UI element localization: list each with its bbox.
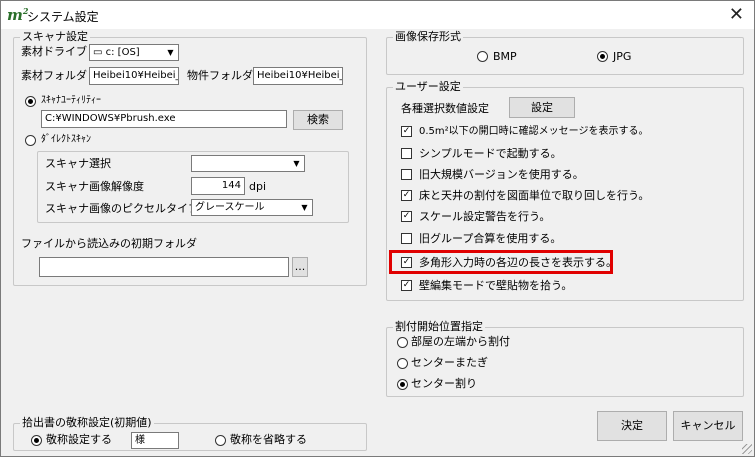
user-settings-title: ユーザー設定 [393, 80, 463, 94]
chevron-down-icon: ▼ [289, 156, 304, 171]
image-format-group: 画像保存形式 [386, 30, 744, 75]
alloc-straddle-radio[interactable] [397, 358, 408, 369]
alloc-center-label: センター割り [411, 377, 477, 390]
property-folder-label: 物件フォルダ [187, 69, 253, 82]
honorific-set-label: 敬称設定する [46, 433, 112, 446]
utility-path-field[interactable]: C:¥WINDOWS¥Pbrush.exe [41, 110, 287, 128]
ok-button[interactable]: 決定 [597, 411, 667, 441]
numbers-label: 各種選択数値設定 [401, 102, 489, 115]
chevron-down-icon: ▼ [163, 45, 178, 60]
property-folder-field[interactable]: Heibei10¥Heibei_W [253, 67, 343, 85]
utility-radio-label: ｽｷｬﾅﾕｰﾃｨﾘﾃｨｰ [41, 95, 101, 106]
check-wall-edit[interactable]: ✓ [401, 280, 412, 291]
system-settings-window: m2 システム設定 ✕ スキャナ設定 素材ドライブ ▭ c: [OS] ▼ 素材… [0, 0, 755, 457]
check-scale-warning-label: スケール設定警告を行う。 [419, 210, 551, 223]
browse-button[interactable]: ... [292, 257, 308, 277]
scanner-select[interactable]: ▼ [191, 155, 305, 172]
resize-grip-icon[interactable] [742, 444, 752, 454]
alloc-left-radio[interactable] [397, 337, 408, 348]
honorific-omit-radio[interactable] [215, 435, 226, 446]
honorific-omit-label: 敬称を省略する [230, 433, 307, 446]
scanner-select-label: スキャナ選択 [45, 157, 111, 170]
scanner-group-title: スキャナ設定 [20, 30, 90, 44]
honorific-title: 拾出書の敬称設定(初期値) [20, 416, 154, 430]
resolution-label: スキャナ画像解像度 [45, 180, 144, 193]
read-folder-label: ファイルから読込みの初期フォルダ [21, 237, 197, 250]
check-opening-confirm-label: 0.5m²以下の開口時に確認メッセージを表示する。 [419, 126, 649, 137]
check-polygon-length[interactable]: ✓ [401, 257, 412, 268]
app-logo-icon: m2 [7, 6, 29, 24]
drive-label: 素材ドライブ [21, 45, 87, 58]
check-old-version[interactable] [401, 169, 412, 180]
check-opening-confirm[interactable]: ✓ [401, 126, 412, 137]
check-scale-warning[interactable]: ✓ [401, 211, 412, 222]
title-bar: m2 システム設定 ✕ [1, 1, 754, 29]
check-old-group-label: 旧グループ合算を使用する。 [419, 232, 562, 245]
check-floor-ceiling-label: 床と天井の割付を図面単位で取り回しを行う。 [419, 189, 650, 202]
direct-scan-radio[interactable] [25, 135, 36, 146]
cancel-button[interactable]: キャンセル [673, 411, 743, 441]
close-icon[interactable]: ✕ [729, 4, 744, 25]
alloc-left-label: 部屋の左端から割付 [411, 335, 510, 348]
drive-icon: ▭ [93, 47, 106, 58]
check-old-version-label: 旧大規模バージョンを使用する。 [419, 168, 584, 181]
resolution-field[interactable]: 144 [191, 177, 245, 195]
read-folder-field[interactable] [39, 257, 289, 277]
honorific-set-radio[interactable] [31, 435, 42, 446]
jpg-label: JPG [613, 50, 632, 63]
material-folder-label: 素材フォルダ [21, 69, 87, 82]
check-simple-mode[interactable] [401, 148, 412, 159]
pixel-type-select[interactable]: グレースケール ▼ [191, 199, 313, 216]
alloc-center-radio[interactable] [397, 379, 408, 390]
bmp-label: BMP [493, 50, 517, 63]
pixel-type-label: スキャナ画像のピクセルタイプ [45, 202, 199, 215]
drive-select[interactable]: ▭ c: [OS] ▼ [89, 44, 179, 61]
window-title: システム設定 [27, 10, 99, 24]
search-button[interactable]: 検索 [293, 110, 343, 130]
allocation-title: 割付開始位置指定 [393, 320, 485, 334]
chevron-down-icon: ▼ [297, 200, 312, 215]
bmp-radio[interactable] [477, 51, 488, 62]
direct-scan-label: ﾀﾞｲﾚｸﾄｽｷｬﾝ [41, 134, 91, 145]
check-floor-ceiling[interactable]: ✓ [401, 190, 412, 201]
utility-radio[interactable] [25, 96, 36, 107]
resolution-unit: dpi [249, 180, 267, 193]
check-simple-mode-label: シンプルモードで起動する。 [419, 147, 562, 160]
alloc-straddle-label: センターまたぎ [411, 356, 488, 369]
check-wall-edit-label: 壁編集モードで壁貼物を拾う。 [419, 279, 573, 292]
check-polygon-length-label: 多角形入力時の各辺の長さを表示する。 [419, 256, 617, 269]
jpg-radio[interactable] [597, 51, 608, 62]
honorific-field[interactable]: 様 [131, 432, 179, 449]
check-old-group[interactable] [401, 233, 412, 244]
material-folder-field[interactable]: Heibei10¥Heibei_D [89, 67, 179, 85]
image-format-title: 画像保存形式 [393, 30, 463, 44]
settings-button[interactable]: 設定 [509, 97, 575, 118]
